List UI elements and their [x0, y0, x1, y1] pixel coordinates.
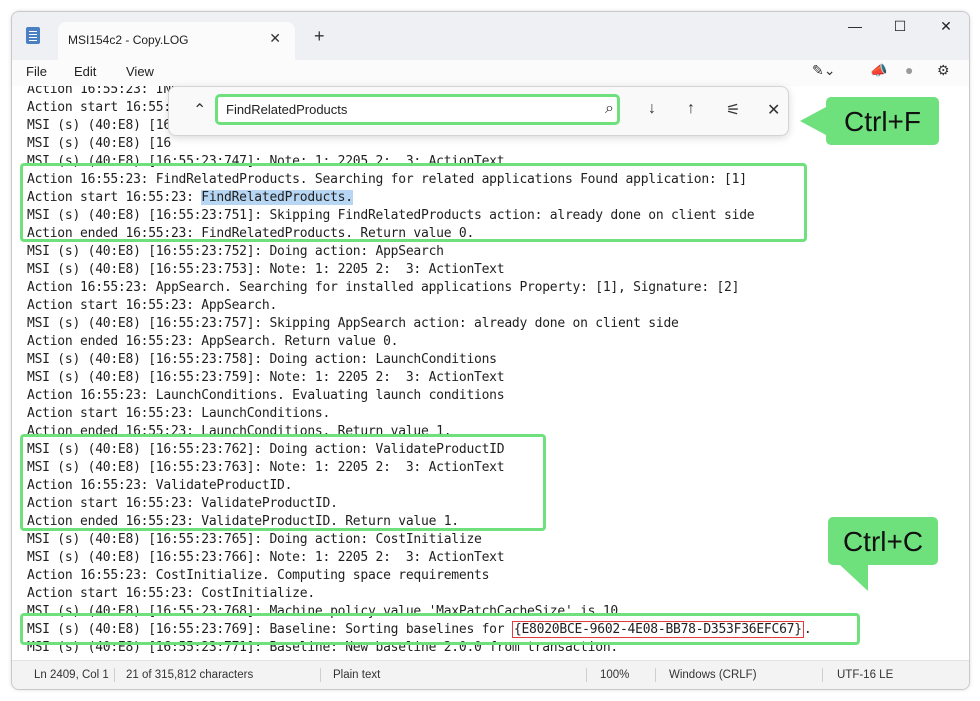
announcement-icon[interactable]: 📣	[870, 62, 887, 79]
tab-title: MSI154c2 - Copy.LOG	[68, 33, 189, 47]
status-encoding: UTF-16 LE	[837, 669, 894, 681]
find-previous-arrow-icon[interactable]: ↑	[687, 100, 695, 118]
notepad-app-icon	[26, 27, 40, 44]
baseline-line-highlight	[20, 613, 860, 645]
status-divider	[320, 668, 321, 682]
find-input[interactable]	[215, 94, 620, 125]
find-options-icon[interactable]: ⚟	[726, 100, 740, 120]
status-characters: 21 of 315,812 characters	[126, 669, 254, 681]
status-divider	[114, 668, 115, 682]
log-line: MSI (s) (40:E8) [16:55:23:752]: Doing ac…	[27, 244, 444, 259]
log-line: MSI (s) (40:E8) [16	[27, 136, 171, 151]
settings-gear-icon[interactable]: ⚙	[937, 62, 950, 79]
menu-edit[interactable]: Edit	[74, 64, 96, 79]
find-panel: ⌃ ⌕ ↓ ↑ ⚟ ✕	[168, 86, 789, 136]
find-next-arrow-icon[interactable]: ↓	[648, 100, 656, 118]
ctrl-c-callout: Ctrl+C	[828, 517, 938, 591]
menu-bar: File Edit View ✎⌄ 📣 ● ⚙	[12, 60, 969, 86]
maximize-icon[interactable]: ☐	[886, 18, 914, 35]
log-line: MSI (s) (40:E8) [16:55:23:758]: Doing ac…	[27, 352, 497, 367]
new-tab-icon[interactable]: +	[314, 27, 325, 45]
ctrl-f-label: Ctrl+F	[844, 106, 921, 137]
log-line: MSI (s) (40:E8) [16:55:23:753]: Note: 1:…	[27, 262, 505, 277]
status-divider	[586, 668, 587, 682]
log-line: MSI (s) (40:E8) [16:55:23:765]: Doing ac…	[27, 532, 482, 547]
status-format: Plain text	[333, 669, 381, 681]
status-line-ending: Windows (CRLF)	[669, 669, 757, 681]
menu-view[interactable]: View	[126, 64, 154, 79]
ctrl-c-label: Ctrl+C	[842, 526, 924, 557]
title-bar: MSI154c2 - Copy.LOG ✕ + — ☐ ✕	[12, 12, 969, 60]
log-line: MSI (s) (40:E8) [16:55:23:766]: Note: 1:…	[27, 550, 505, 565]
status-position: Ln 2409, Col 1	[34, 669, 109, 681]
validateproductid-block-highlight	[20, 434, 546, 531]
log-line: Action start 16:55:23: CostInitialize.	[27, 586, 315, 601]
close-find-icon[interactable]: ✕	[767, 100, 780, 120]
ctrl-f-callout: Ctrl+F	[800, 97, 939, 145]
log-line: Action 16:55:23: LaunchConditions. Evalu…	[27, 388, 505, 403]
log-line: Action start 16:55:23: AppSearch.	[27, 298, 278, 313]
status-bar: Ln 2409, Col 1 21 of 315,812 characters …	[12, 660, 969, 689]
search-icon: ⌕	[605, 100, 614, 117]
log-line: MSI (s) (40:E8) [16:55:23:757]: Skipping…	[27, 316, 679, 331]
log-line: Action start 16:55:23: LaunchConditions.	[27, 406, 331, 421]
collapse-replace-chevron-icon[interactable]: ⌃	[193, 100, 206, 120]
log-line: Action 16:55:23: CostInitialize. Computi…	[27, 568, 490, 583]
findrelatedproducts-block-highlight	[20, 163, 807, 242]
log-line: Action 16:55:23: AppSearch. Searching fo…	[27, 280, 740, 295]
copilot-rewrite-icon[interactable]: ✎⌄	[812, 62, 835, 79]
status-divider	[822, 668, 823, 682]
close-window-icon[interactable]: ✕	[932, 18, 960, 35]
close-tab-icon[interactable]: ✕	[269, 30, 281, 47]
log-line: Action ended 16:55:23: AppSearch. Return…	[27, 334, 399, 349]
status-zoom[interactable]: 100%	[600, 669, 629, 681]
log-line: MSI (s) (40:E8) [16:55:23:759]: Note: 1:…	[27, 370, 505, 385]
menu-file[interactable]: File	[26, 64, 47, 79]
status-divider	[655, 668, 656, 682]
file-tab[interactable]: MSI154c2 - Copy.LOG ✕	[58, 22, 295, 60]
account-icon[interactable]: ●	[905, 62, 913, 78]
minimize-icon[interactable]: —	[841, 18, 869, 34]
